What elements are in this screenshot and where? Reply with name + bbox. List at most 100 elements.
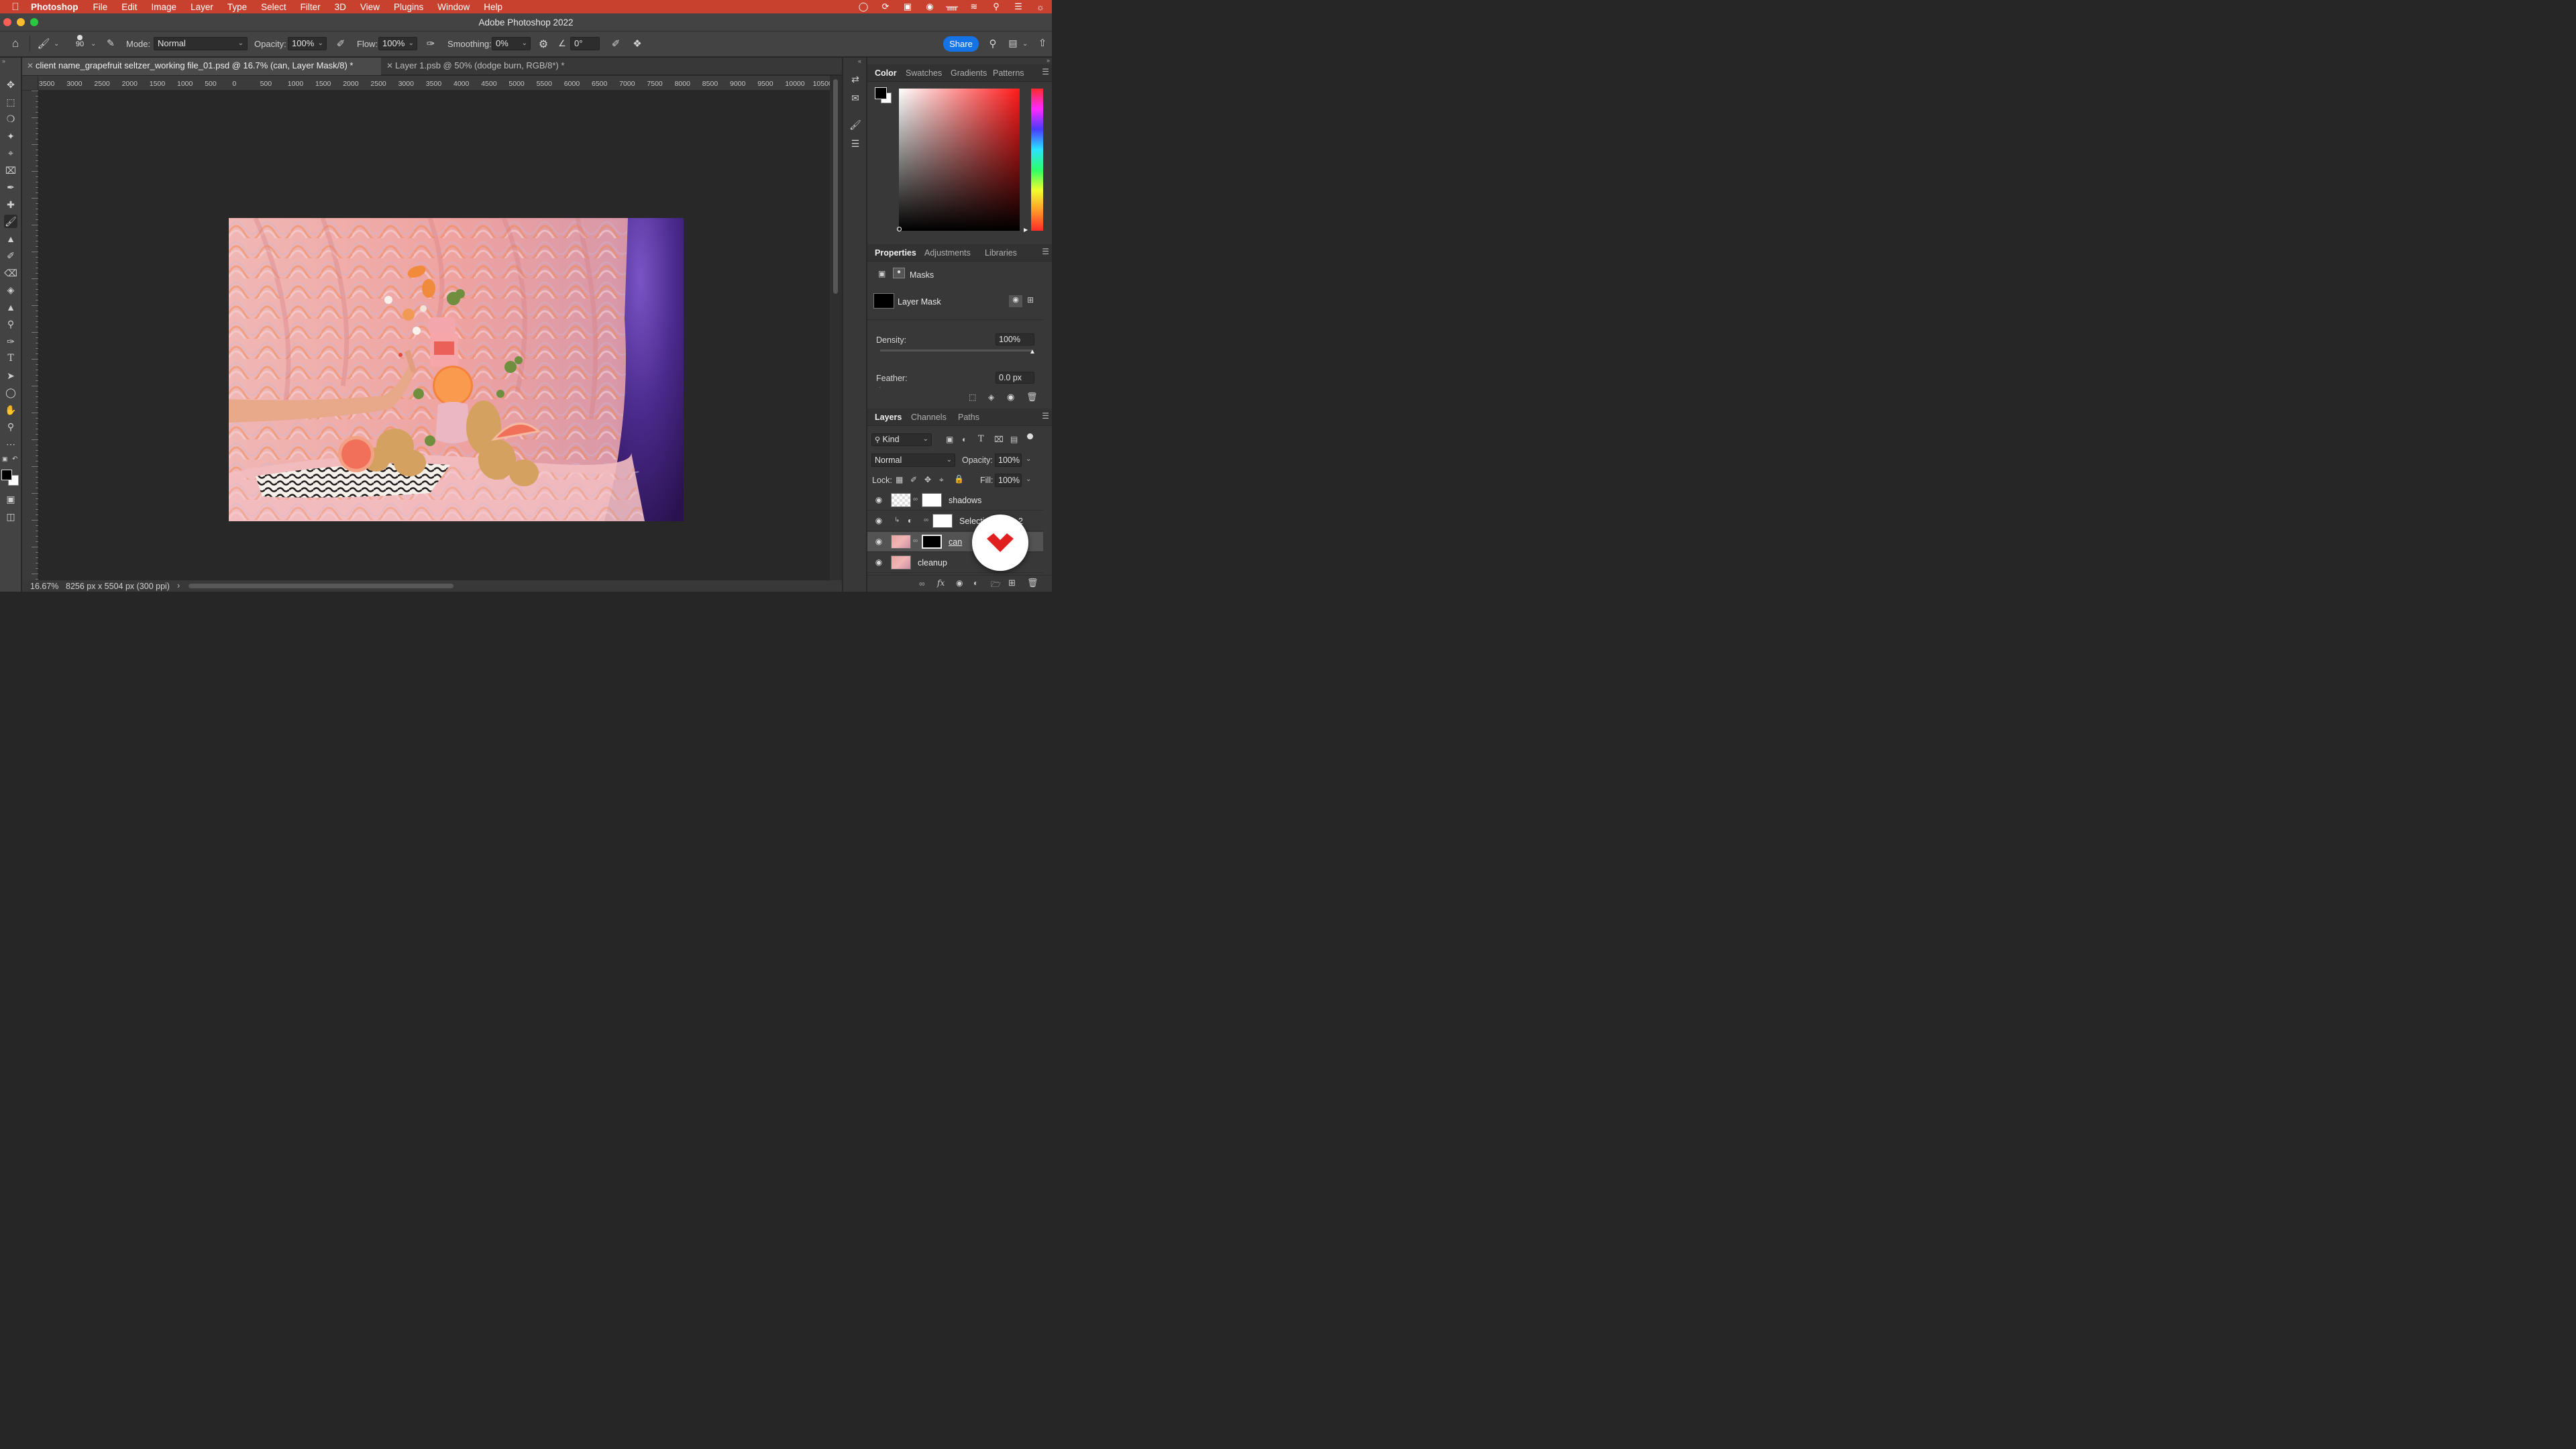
tab-channels[interactable]: Channels xyxy=(911,413,947,422)
lock-all-icon[interactable]: 🔒 xyxy=(954,474,964,484)
color-field[interactable] xyxy=(899,89,1020,231)
layer-filter-select[interactable]: ⚲ Kind ⌄ xyxy=(871,433,932,446)
menu-3d[interactable]: 3D xyxy=(335,2,346,12)
export-icon[interactable]: ⇧ xyxy=(1036,37,1049,49)
lasso-tool-icon[interactable]: ❍ xyxy=(4,112,17,125)
layer-name[interactable]: cleanup xyxy=(918,558,947,568)
chevron-down-icon[interactable]: ⌄ xyxy=(1026,455,1031,463)
search-icon[interactable]: ⚲ xyxy=(990,1,1002,12)
pressure-size-icon[interactable]: ✐ xyxy=(609,38,623,50)
history-panel-icon[interactable]: ⇄ xyxy=(849,72,862,86)
document-canvas[interactable] xyxy=(38,91,830,580)
layer-name[interactable]: shadows xyxy=(949,496,981,505)
lock-position-icon[interactable]: ✥ xyxy=(924,475,931,484)
hand-tool-icon[interactable]: ✋ xyxy=(4,403,17,417)
apple-icon[interactable]:  xyxy=(0,1,31,13)
filter-shape-icon[interactable]: ⌧ xyxy=(994,435,1004,444)
zoom-level[interactable]: 16.67% xyxy=(30,582,58,591)
tab-swatches[interactable]: Swatches xyxy=(906,68,942,78)
symmetry-icon[interactable]: ❖ xyxy=(631,38,644,50)
control-center-icon[interactable]: ☰ xyxy=(1012,1,1024,12)
wifi-icon[interactable]: ≋ xyxy=(968,1,980,12)
layer-mask-thumbnail[interactable] xyxy=(932,514,953,528)
zoom-tool-icon[interactable]: ⚲ xyxy=(4,420,17,433)
vertical-ruler[interactable] xyxy=(22,91,38,580)
fx-icon[interactable]: fx xyxy=(937,578,945,588)
eyedropper-tool-icon[interactable]: ✒ xyxy=(4,180,17,194)
tab-gradients[interactable]: Gradients xyxy=(951,68,987,78)
display-icon[interactable]: ▣ xyxy=(902,1,914,12)
menu-image[interactable]: Image xyxy=(152,2,177,12)
lock-pixels-icon[interactable]: ✐ xyxy=(910,475,917,484)
dodge-tool-icon[interactable]: ⚲ xyxy=(4,317,17,331)
menu-layer[interactable]: Layer xyxy=(191,2,213,12)
trash-icon[interactable]: 🗑 xyxy=(1027,578,1038,588)
chevron-down-icon[interactable]: ⌄ xyxy=(91,40,96,48)
filter-type-icon[interactable]: T xyxy=(978,434,984,444)
menu-view[interactable]: View xyxy=(360,2,380,12)
workspace-icon[interactable]: ▤ xyxy=(1006,38,1020,49)
focus-icon[interactable]: ◉ xyxy=(924,1,936,12)
layer-row-shadows[interactable]: ◉ ∞ shadows xyxy=(867,490,1043,511)
tab-patterns[interactable]: Patterns xyxy=(993,68,1024,78)
bluetooth-icon[interactable]: ᚅ xyxy=(946,1,958,12)
filter-smart-object-icon[interactable]: ▤ xyxy=(1010,435,1018,444)
home-icon[interactable]: ⌂ xyxy=(8,37,23,50)
airbrush-icon[interactable]: ✑ xyxy=(424,38,437,50)
trash-icon[interactable]: 🗑 xyxy=(1026,392,1038,402)
crop-tool-icon[interactable]: ⌖ xyxy=(4,146,17,160)
flow-input[interactable]: 100% ⌄ xyxy=(378,37,417,50)
foreground-color-chip[interactable] xyxy=(875,87,887,99)
link-icon[interactable]: ∞ xyxy=(913,496,918,503)
close-tab-icon[interactable]: ✕ xyxy=(27,58,34,74)
default-colors-icon[interactable]: ▣ xyxy=(2,455,8,463)
sync-icon[interactable]: ⟳ xyxy=(879,1,892,12)
brush-tool-icon[interactable]: 🖌 xyxy=(4,215,17,228)
panel-menu-icon[interactable]: ☰ xyxy=(1042,247,1049,256)
scrollbar-thumb[interactable] xyxy=(833,79,838,294)
lock-artboard-icon[interactable]: ⌖ xyxy=(939,475,944,485)
eye-icon[interactable]: ◉ xyxy=(1007,392,1014,402)
magic-wand-tool-icon[interactable]: ✦ xyxy=(4,129,17,143)
blur-tool-icon[interactable]: ▲ xyxy=(4,301,17,314)
screen-mode-icon[interactable]: ◫ xyxy=(4,510,17,523)
lock-transparent-icon[interactable]: ▦ xyxy=(896,475,903,484)
tab-layer-psb[interactable]: ✕ Layer 1.psb @ 50% (dodge burn, RGB/8*)… xyxy=(382,58,576,75)
menu-select[interactable]: Select xyxy=(261,2,286,12)
link-icon[interactable]: ∞ xyxy=(924,517,928,524)
blend-mode-select[interactable]: Normal ⌄ xyxy=(871,453,955,467)
layer-name[interactable]: can xyxy=(949,537,962,547)
vertical-scrollbar[interactable] xyxy=(830,76,842,580)
frame-tool-icon[interactable]: ⌧ xyxy=(4,164,17,177)
swap-colors-icon[interactable]: ↶ xyxy=(12,455,17,463)
filter-pixel-icon[interactable]: ▣ xyxy=(946,435,953,444)
color-picker-cursor[interactable] xyxy=(897,227,902,231)
floating-app-badge[interactable] xyxy=(972,515,1028,571)
healing-brush-tool-icon[interactable]: ✚ xyxy=(4,198,17,211)
opacity-input[interactable]: 100% ⌄ xyxy=(288,37,327,50)
chevron-down-icon[interactable]: ⌄ xyxy=(1026,476,1031,483)
density-slider-handle[interactable]: ▲ xyxy=(1029,348,1036,356)
menu-plugins[interactable]: Plugins xyxy=(394,2,423,12)
panel-menu-icon[interactable]: ☰ xyxy=(1042,67,1049,76)
link-layers-icon[interactable]: ∞ xyxy=(919,579,925,588)
layer-mask-thumbnail[interactable] xyxy=(922,535,942,549)
apply-mask-icon[interactable]: ◉ xyxy=(1009,295,1022,307)
menu-type[interactable]: Type xyxy=(227,2,247,12)
layer-opacity-input[interactable]: 100% xyxy=(995,453,1022,467)
menu-file[interactable]: File xyxy=(93,2,108,12)
panel-menu-icon[interactable]: ☰ xyxy=(1042,411,1049,421)
link-icon[interactable]: ∞ xyxy=(913,537,918,545)
collapse-dock-icon[interactable]: « xyxy=(858,58,861,64)
menu-edit[interactable]: Edit xyxy=(121,2,137,12)
quick-mask-icon[interactable]: ▣ xyxy=(4,492,17,506)
density-slider[interactable] xyxy=(880,350,1032,352)
brush-settings-panel-icon[interactable]: 🖌 xyxy=(849,118,862,131)
load-selection-icon[interactable]: ⬚ xyxy=(969,392,976,402)
brush-settings-icon[interactable]: ✎ xyxy=(104,38,117,49)
vector-mask-icon[interactable]: ⊞ xyxy=(1027,295,1039,305)
ellipse-tool-icon[interactable]: ◯ xyxy=(4,386,17,399)
mask-icon[interactable]: ● xyxy=(893,268,905,278)
filter-toggle-icon[interactable] xyxy=(1027,433,1033,439)
share-button[interactable]: Share xyxy=(943,36,979,52)
